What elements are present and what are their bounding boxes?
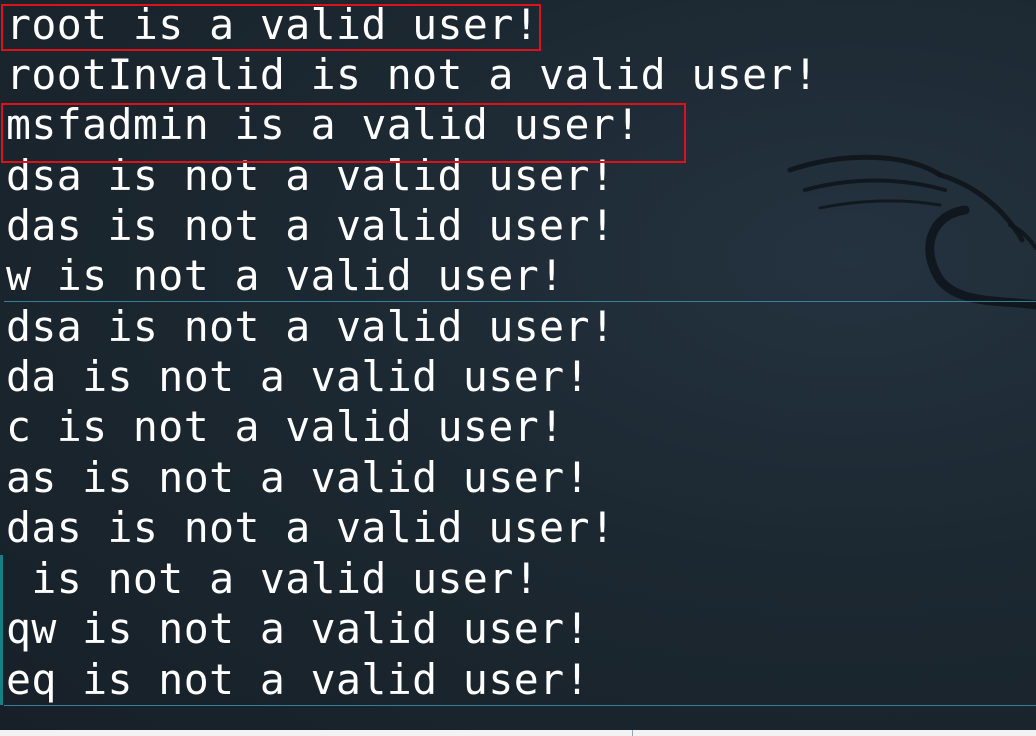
output-line: as is not a valid user! — [6, 453, 590, 502]
output-line: qw is not a valid user! — [6, 604, 590, 653]
bottom-panel — [0, 730, 1036, 736]
panel-divider — [632, 730, 633, 736]
output-line: das is not a valid user! — [6, 503, 616, 552]
highlight-box-msfadmin — [1, 103, 686, 163]
output-line: da is not a valid user! — [6, 352, 590, 401]
scroll-indicator — [0, 555, 3, 705]
kali-dragon-icon — [787, 154, 1036, 310]
output-line: c is not a valid user! — [6, 402, 565, 451]
output-line: w is not a valid user! — [6, 251, 565, 300]
output-line: das is not a valid user! — [6, 201, 616, 250]
output-line: rootInvalid is not a valid user! — [6, 50, 819, 99]
terminal-output[interactable]: root is a valid user! rootInvalid is not… — [0, 0, 1036, 736]
output-line: eq is not a valid user! — [6, 655, 590, 704]
output-line: dsa is not a valid user! — [6, 302, 616, 351]
output-line: is not a valid user! — [6, 554, 540, 603]
highlight-box-root — [1, 4, 541, 51]
divider-line — [4, 301, 1036, 302]
divider-line — [4, 705, 1036, 706]
